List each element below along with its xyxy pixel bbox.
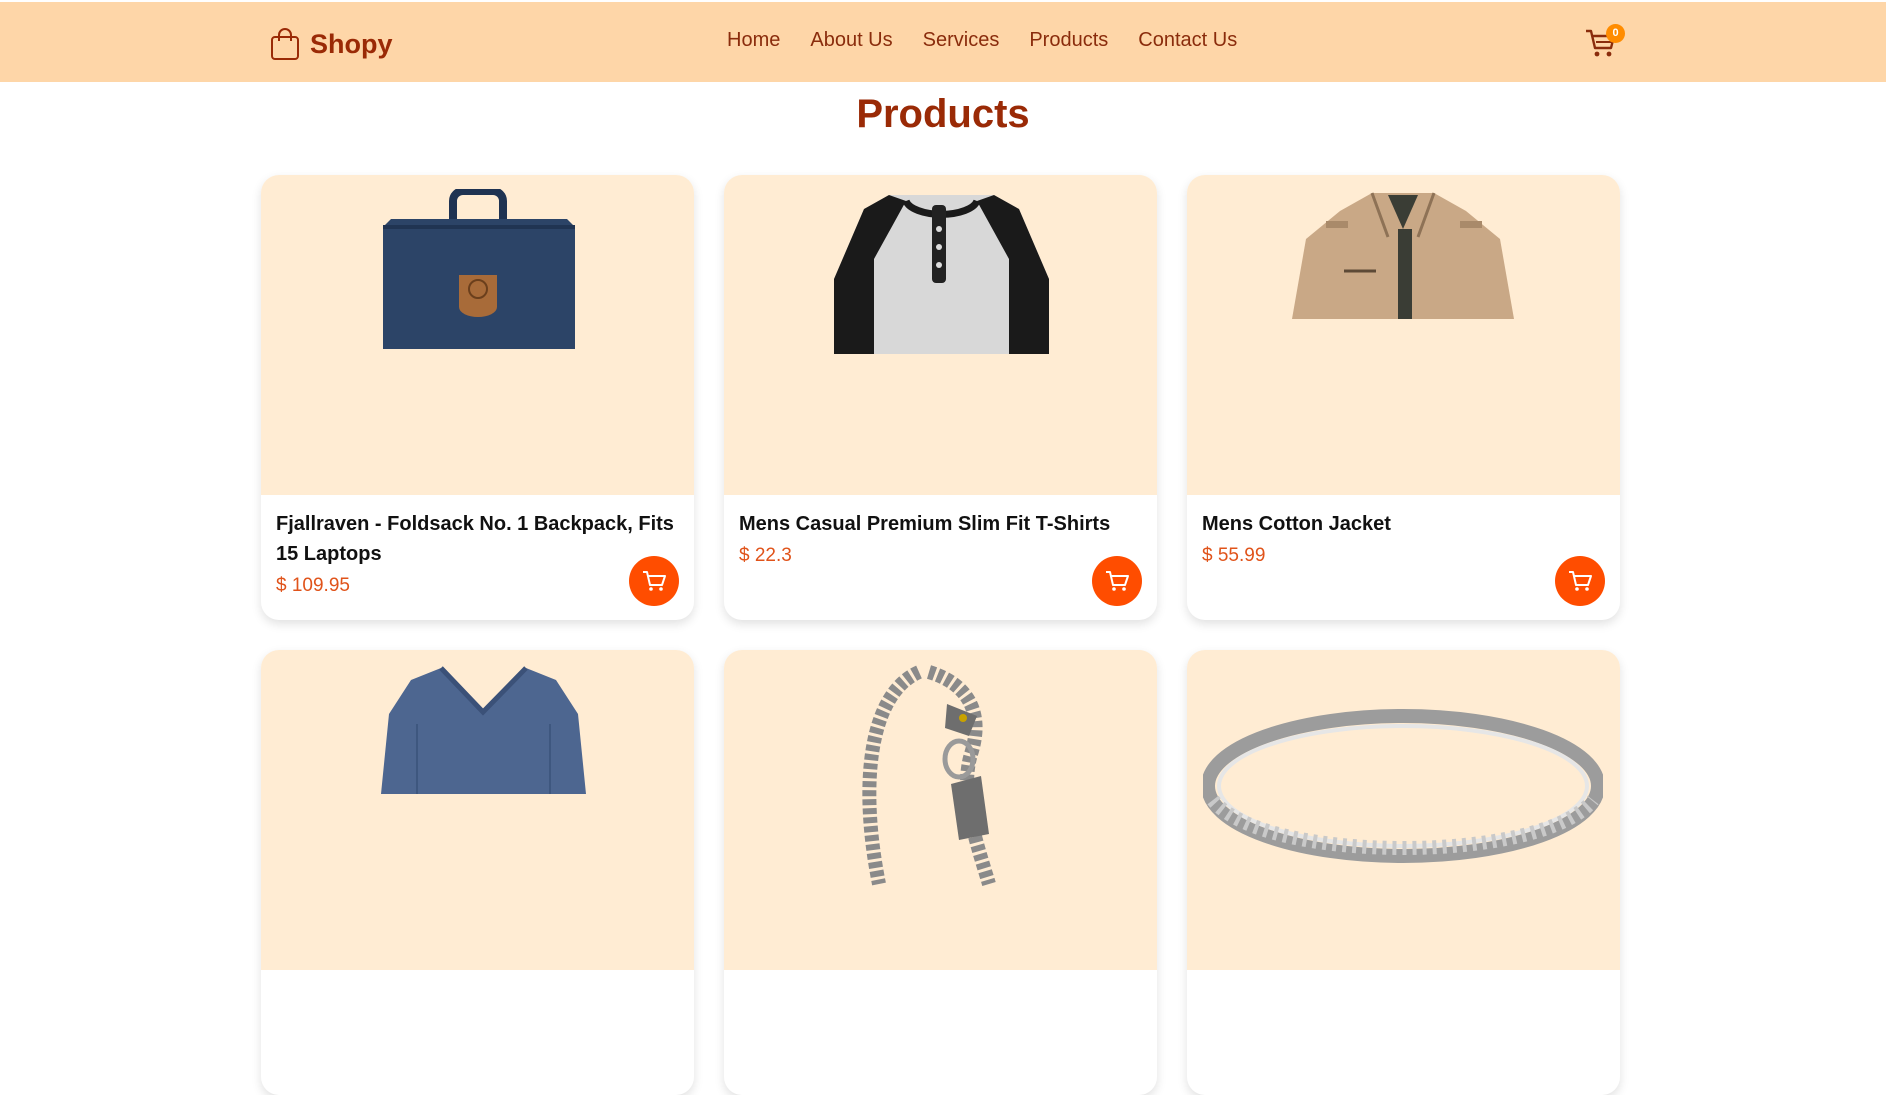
product-info: Mens Casual Premium Slim Fit T-Shirts $ … [724,495,1157,620]
product-title[interactable]: Mens Casual Premium Slim Fit T-Shirts [739,509,1139,539]
product-title[interactable]: Mens Cotton Jacket [1202,509,1602,539]
product-image-area [261,175,694,495]
product-image-area [1187,650,1620,970]
cart-button[interactable]: 0 [1584,24,1625,62]
brand-logo[interactable]: Shopy [270,24,393,64]
product-card[interactable]: Fjallraven - Foldsack No. 1 Backpack, Fi… [261,175,694,620]
product-card[interactable]: Mens Casual Premium Slim Fit T-Shirts $ … [724,175,1157,620]
page-title: Products [856,92,1030,136]
product-image-area [261,650,694,970]
blue-vneck-shirt-image [381,666,586,794]
nav-contact-us[interactable]: Contact Us [1138,29,1237,52]
nav-services[interactable]: Services [923,29,1000,52]
cart-icon [643,571,666,591]
product-card[interactable]: Mens Cotton Jacket $ 55.99 [1187,175,1620,620]
product-image-area [1187,175,1620,495]
product-info [261,970,694,1095]
product-info [724,970,1157,1095]
khaki-cotton-jacket-image [1292,192,1514,319]
product-price: $ 55.99 [1202,545,1266,566]
product-image-area [724,650,1157,970]
dragon-chain-bracelet-image [862,665,996,886]
product-card[interactable] [261,650,694,1095]
nav-home[interactable]: Home [727,29,780,52]
navy-backpack-image [383,189,575,349]
add-to-cart-button[interactable] [1555,556,1605,606]
cart-count-badge: 0 [1606,24,1625,43]
silver-diamond-ring-image [1203,709,1603,863]
nav-about-us[interactable]: About Us [810,29,892,52]
product-card[interactable] [724,650,1157,1095]
cart-icon [1106,571,1129,591]
brand-name: Shopy [310,28,393,59]
product-info: Mens Cotton Jacket $ 55.99 [1187,495,1620,620]
product-title[interactable]: Fjallraven - Foldsack No. 1 Backpack, Fi… [276,509,676,569]
product-image-area [724,175,1157,495]
shopping-bag-icon [271,28,299,60]
raglan-henley-tshirt-image [834,195,1049,354]
navbar: Shopy Home About Us Services Products Co… [0,2,1886,82]
add-to-cart-button[interactable] [629,556,679,606]
main-nav: Home About Us Services Products Contact … [727,29,1237,52]
product-info [1187,970,1620,1095]
product-info: Fjallraven - Foldsack No. 1 Backpack, Fi… [261,495,694,620]
product-card[interactable] [1187,650,1620,1095]
cart-icon [1569,571,1592,591]
add-to-cart-button[interactable] [1092,556,1142,606]
product-price: $ 22.3 [739,545,792,566]
product-price: $ 109.95 [276,575,350,596]
nav-products[interactable]: Products [1029,29,1108,52]
